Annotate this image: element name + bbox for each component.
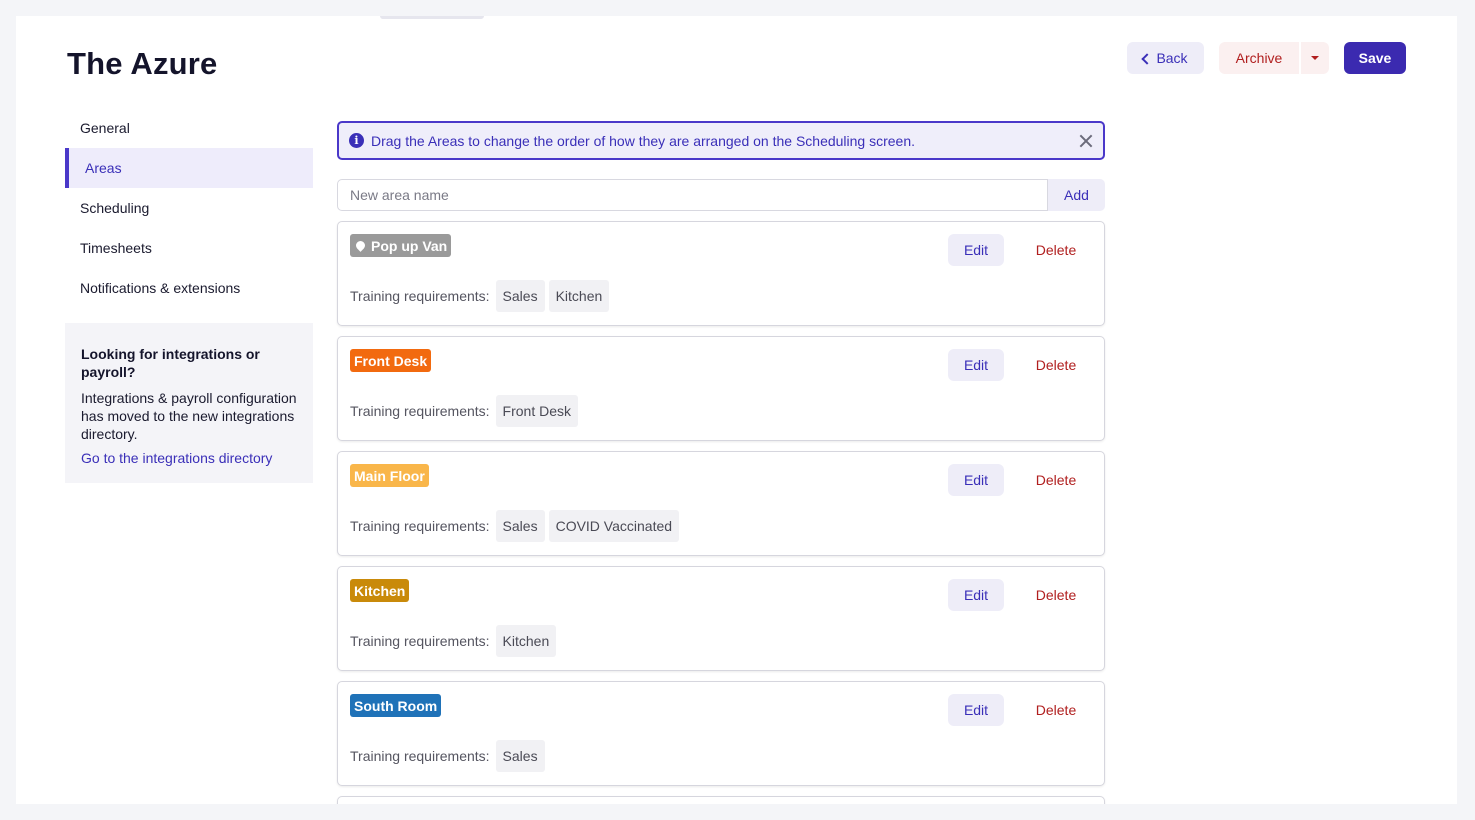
info-icon: i <box>349 133 364 148</box>
area-tag: Main Floor <box>350 464 429 487</box>
requirement-chip: Sales <box>495 740 545 772</box>
training-requirements-label: Training requirements: <box>350 288 490 304</box>
requirement-chip: Kitchen <box>548 280 610 312</box>
save-button[interactable]: Save <box>1344 42 1406 74</box>
info-box-title: Looking for integrations or payroll? <box>81 346 260 380</box>
back-button-label: Back <box>1156 50 1188 66</box>
app-frame: The Azure Back Archive Save General Areas… <box>16 16 1457 804</box>
training-requirements-label: Training requirements: <box>350 748 490 764</box>
header-actions: Back Archive Save <box>1127 42 1406 74</box>
new-area-name-input[interactable] <box>337 179 1048 211</box>
area-tag: Front Desk <box>350 349 432 372</box>
location-pin-icon <box>354 239 367 252</box>
delete-area-button[interactable]: Delete <box>1018 579 1094 611</box>
area-card[interactable] <box>337 796 1105 804</box>
area-tag: Pop up Van <box>350 234 452 257</box>
integrations-info-box: Looking for integrations or payroll? Int… <box>65 323 313 483</box>
training-requirements-label: Training requirements: <box>350 403 490 419</box>
areas-panel: i Drag the Areas to change the order of … <box>337 121 1105 804</box>
sidebar-item-areas[interactable]: Areas <box>65 148 313 188</box>
sidebar-item-timesheets[interactable]: Timesheets <box>65 228 313 268</box>
training-requirements: Training requirements: Sales COVID Vaccina… <box>350 510 683 542</box>
training-requirements: Training requirements: Sales Kitchen <box>350 280 613 312</box>
info-box-body: Integrations & payroll configuration has… <box>81 390 297 442</box>
sidebar-item-general[interactable]: General <box>65 108 313 148</box>
edit-area-button[interactable]: Edit <box>948 579 1004 611</box>
info-alert: i Drag the Areas to change the order of … <box>337 121 1105 160</box>
delete-area-button[interactable]: Delete <box>1018 234 1094 266</box>
archive-button[interactable]: Archive <box>1219 42 1299 74</box>
close-icon[interactable] <box>1079 134 1093 148</box>
chevron-left-icon <box>1141 52 1154 65</box>
training-requirements-label: Training requirements: <box>350 518 490 534</box>
sidebar-item-scheduling[interactable]: Scheduling <box>65 188 313 228</box>
area-name: Pop up Van <box>371 237 448 254</box>
area-card[interactable]: Front Desk Edit Delete Training requirement… <box>337 336 1105 441</box>
edit-area-button[interactable]: Edit <box>948 464 1004 496</box>
back-button[interactable]: Back <box>1127 42 1204 74</box>
area-name: South Room <box>354 697 438 714</box>
add-area-row: Add <box>337 179 1105 211</box>
alert-message: Drag the Areas to change the order of ho… <box>371 132 916 149</box>
requirement-chip: Sales <box>495 510 545 542</box>
training-requirements: Training requirements: Front Desk <box>350 395 582 427</box>
archive-menu-button[interactable] <box>1301 42 1329 74</box>
area-list: Pop up Van Edit Delete Training requirement… <box>337 221 1105 804</box>
integrations-directory-link[interactable]: Go to the integrations directory <box>81 449 297 467</box>
edit-area-button[interactable]: Edit <box>948 694 1004 726</box>
delete-area-button[interactable]: Delete <box>1018 464 1094 496</box>
requirement-chip: Front Desk <box>495 395 579 427</box>
requirement-chip: Sales <box>495 280 545 312</box>
training-requirements: Training requirements: Kitchen <box>350 625 560 657</box>
edit-area-button[interactable]: Edit <box>948 234 1004 266</box>
requirement-chip: Kitchen <box>495 625 557 657</box>
sidebar-item-notifications-extensions[interactable]: Notifications & extensions <box>65 268 313 308</box>
caret-down-icon <box>1311 56 1319 60</box>
sidenav-list: General Areas Scheduling Timesheets Notifica… <box>65 108 313 308</box>
settings-sidenav: General Areas Scheduling Timesheets Notifica… <box>65 108 313 483</box>
area-name: Main Floor <box>354 467 425 484</box>
edit-area-button[interactable]: Edit <box>948 349 1004 381</box>
page-title: The Azure <box>67 46 218 81</box>
area-name: Front Desk <box>354 352 428 369</box>
area-card[interactable]: South Room Edit Delete Training requirement… <box>337 681 1105 786</box>
delete-area-button[interactable]: Delete <box>1018 349 1094 381</box>
area-tag: Kitchen <box>350 579 410 602</box>
area-card[interactable]: Kitchen Edit Delete Training requirements: K… <box>337 566 1105 671</box>
area-card[interactable]: Pop up Van Edit Delete Training requirement… <box>337 221 1105 326</box>
training-requirements-label: Training requirements: <box>350 633 490 649</box>
add-area-button[interactable]: Add <box>1048 179 1105 211</box>
delete-area-button[interactable]: Delete <box>1018 694 1094 726</box>
training-requirements: Training requirements: Sales <box>350 740 549 772</box>
window-tab-indicator <box>380 16 484 19</box>
area-name: Kitchen <box>354 582 406 599</box>
requirement-chip: COVID Vaccinated <box>548 510 680 542</box>
area-tag: South Room <box>350 694 442 717</box>
area-card[interactable]: Main Floor Edit Delete Training requirement… <box>337 451 1105 556</box>
